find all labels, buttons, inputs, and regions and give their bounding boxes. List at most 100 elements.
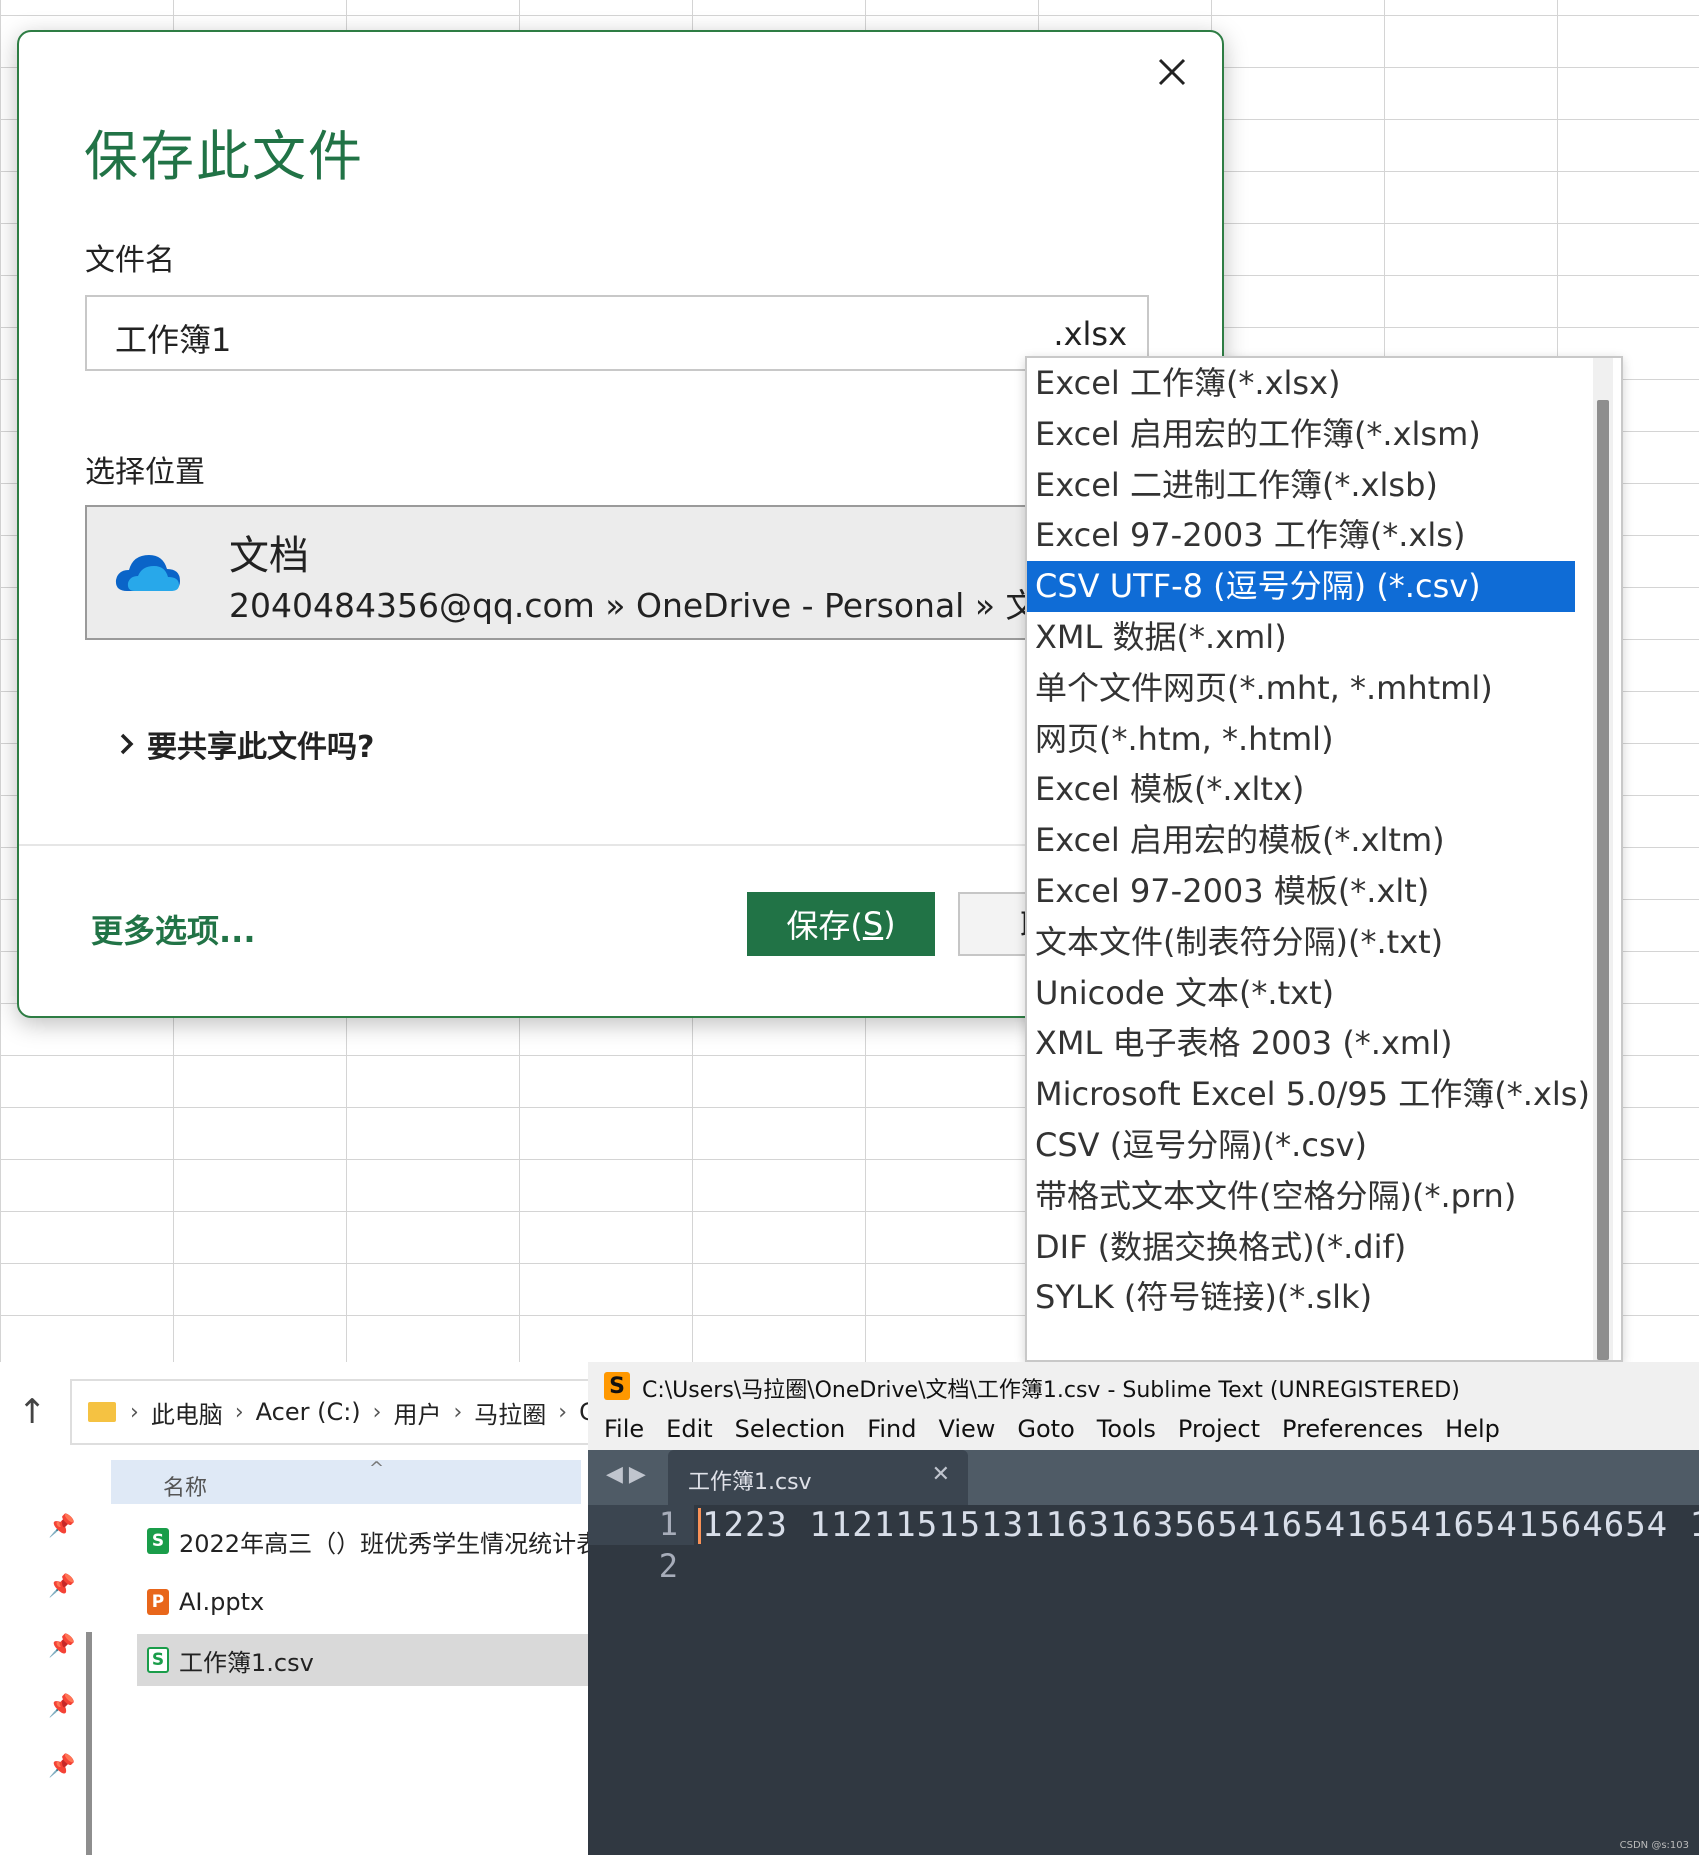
chevron-right-icon: › bbox=[130, 1399, 139, 1425]
file-type-option[interactable]: Excel 97-2003 工作簿(*.xls) bbox=[1027, 510, 1575, 561]
menu-selection[interactable]: Selection bbox=[735, 1415, 846, 1443]
code-line[interactable]: 1223 11211515131163163565416541654165415… bbox=[702, 1505, 1699, 1545]
file-name: 2022年高三（）班优秀学生情况统计表.... bbox=[179, 1529, 610, 1558]
file-type-option[interactable]: Microsoft Excel 5.0/95 工作簿(*.xls) bbox=[1027, 1069, 1590, 1120]
line-number: 2 bbox=[658, 1547, 678, 1585]
location-path: 2040484356@qq.com » OneDrive - Personal … bbox=[229, 586, 1072, 625]
menu-help[interactable]: Help bbox=[1445, 1415, 1500, 1443]
breadcrumb-item[interactable]: 此电脑 bbox=[151, 1395, 223, 1430]
chevron-right-icon: › bbox=[558, 1399, 568, 1425]
tab-label: 工作簿1.csv bbox=[688, 1470, 812, 1495]
breadcrumb-item[interactable]: 用户 bbox=[393, 1395, 441, 1430]
line-number: 1 bbox=[658, 1505, 678, 1543]
pin-icon: 📌 bbox=[48, 1574, 76, 1599]
menu-bar: File Edit Selection Find View Goto Tools… bbox=[588, 1407, 1699, 1450]
file-type-list: Excel 工作簿(*.xlsx) Excel 启用宏的工作簿(*.xlsm) Ex… bbox=[1027, 358, 1621, 1323]
address-bar[interactable]: › 此电脑 › Acer (C:) › 用户 › 马拉圈 › C bbox=[70, 1379, 630, 1445]
chevron-right-icon bbox=[120, 733, 134, 755]
close-icon[interactable]: ✕ bbox=[932, 1462, 950, 1487]
menu-project[interactable]: Project bbox=[1178, 1415, 1260, 1443]
pin-icon: 📌 bbox=[48, 1634, 76, 1659]
file-type-option[interactable]: XML 数据(*.xml) bbox=[1027, 612, 1575, 663]
filename-value[interactable]: 工作簿1 bbox=[115, 315, 231, 361]
file-type-option[interactable]: 文本文件(制表符分隔)(*.txt) bbox=[1027, 917, 1575, 968]
close-icon bbox=[1158, 58, 1186, 86]
pptx-icon: P bbox=[147, 1589, 169, 1615]
file-type-dropdown[interactable]: Excel 工作簿(*.xlsx) Excel 启用宏的工作簿(*.xlsm) Ex… bbox=[1025, 356, 1623, 1362]
watermark: CSDN @s:103 bbox=[1619, 1840, 1689, 1851]
menu-find[interactable]: Find bbox=[867, 1415, 916, 1443]
more-options-link[interactable]: 更多选项... bbox=[91, 906, 255, 952]
scrollbar-thumb[interactable] bbox=[1597, 400, 1609, 1360]
filename-label: 文件名 bbox=[85, 243, 175, 278]
save-label-end: ) bbox=[883, 905, 896, 943]
csv-icon: S bbox=[147, 1528, 169, 1554]
file-type-option-selected[interactable]: CSV UTF-8 (逗号分隔) (*.csv) bbox=[1027, 561, 1575, 612]
up-arrow-icon[interactable]: ↑ bbox=[18, 1392, 47, 1432]
pin-icon: 📌 bbox=[48, 1694, 76, 1719]
file-name: 工作簿1.csv bbox=[179, 1648, 314, 1677]
file-explorer: ↑ › 此电脑 › Acer (C:) › 用户 › 马拉圈 › C 名称 ^ … bbox=[0, 1362, 630, 1855]
breadcrumb-item[interactable]: 马拉圈 bbox=[474, 1395, 546, 1430]
file-type-selector[interactable]: .xlsx bbox=[1053, 315, 1127, 353]
file-row[interactable]: S 2022年高三（）班优秀学生情况统计表.... bbox=[147, 1515, 610, 1567]
file-type-option[interactable]: Excel 二进制工作簿(*.xlsb) bbox=[1027, 460, 1575, 511]
pin-icon: 📌 bbox=[48, 1754, 76, 1779]
sublime-text-window: S C:\Users\马拉圈\OneDrive\文档\工作簿1.csv - Su… bbox=[588, 1362, 1699, 1855]
file-type-option[interactable]: CSV (逗号分隔)(*.csv) bbox=[1027, 1120, 1575, 1171]
close-button[interactable] bbox=[1144, 44, 1200, 100]
share-toggle[interactable]: 要共享此文件吗? bbox=[107, 722, 374, 766]
location-label: 选择位置 bbox=[85, 455, 205, 490]
chevron-right-icon: › bbox=[372, 1399, 382, 1425]
line-gutter: 1 2 bbox=[588, 1505, 694, 1855]
location-picker[interactable]: 文档 2040484356@qq.com » OneDrive - Person… bbox=[85, 505, 1072, 640]
csv-icon: S bbox=[147, 1647, 169, 1673]
onedrive-cloud-icon bbox=[115, 555, 180, 591]
file-type-option[interactable]: XML 电子表格 2003 (*.xml) bbox=[1027, 1018, 1575, 1069]
scrollbar-thumb[interactable] bbox=[86, 1632, 92, 1855]
menu-goto[interactable]: Goto bbox=[1017, 1415, 1074, 1443]
tab-bar: ◀▶ 工作簿1.csv ✕ bbox=[588, 1450, 1699, 1505]
file-name: AI.pptx bbox=[179, 1588, 265, 1616]
file-type-option[interactable]: Unicode 文本(*.txt) bbox=[1027, 968, 1575, 1019]
filename-field[interactable]: 工作簿1 .xlsx bbox=[85, 295, 1149, 371]
sort-caret-icon: ^ bbox=[369, 1458, 385, 1479]
breadcrumb-item[interactable]: Acer (C:) bbox=[256, 1398, 361, 1426]
chevron-right-icon: › bbox=[453, 1399, 463, 1425]
menu-preferences[interactable]: Preferences bbox=[1282, 1415, 1423, 1443]
chevron-right-icon: › bbox=[234, 1399, 244, 1425]
file-row-selected[interactable]: S 工作簿1.csv bbox=[137, 1634, 610, 1686]
window-title: C:\Users\马拉圈\OneDrive\文档\工作簿1.csv - Subl… bbox=[642, 1378, 1460, 1403]
tab-nav-arrows-icon[interactable]: ◀▶ bbox=[606, 1462, 652, 1487]
file-type-option[interactable]: SYLK (符号链接)(*.slk) bbox=[1027, 1272, 1575, 1323]
save-label: 保存( bbox=[786, 907, 863, 945]
sublime-logo-icon: S bbox=[604, 1372, 630, 1400]
save-accelerator: S bbox=[862, 905, 884, 943]
file-type-option[interactable]: 网页(*.htm, *.html) bbox=[1027, 714, 1575, 765]
menu-view[interactable]: View bbox=[938, 1415, 995, 1443]
column-name-label: 名称 bbox=[163, 1476, 208, 1501]
menu-tools[interactable]: Tools bbox=[1097, 1415, 1156, 1443]
menu-edit[interactable]: Edit bbox=[666, 1415, 712, 1443]
file-type-option[interactable]: Excel 启用宏的模板(*.xltm) bbox=[1027, 815, 1575, 866]
file-type-option[interactable]: DIF (数据交换格式)(*.dif) bbox=[1027, 1222, 1575, 1273]
file-type-option[interactable]: Excel 97-2003 模板(*.xlt) bbox=[1027, 866, 1575, 917]
menu-file[interactable]: File bbox=[604, 1415, 644, 1443]
file-type-option[interactable]: 单个文件网页(*.mht, *.mhtml) bbox=[1027, 663, 1575, 714]
file-type-option[interactable]: 带格式文本文件(空格分隔)(*.prn) bbox=[1027, 1171, 1575, 1222]
file-type-option[interactable]: Excel 工作簿(*.xlsx) bbox=[1027, 358, 1575, 409]
save-button[interactable]: 保存(S) bbox=[747, 892, 935, 956]
current-line-highlight bbox=[588, 1505, 694, 1545]
window-titlebar: S C:\Users\马拉圈\OneDrive\文档\工作簿1.csv - Su… bbox=[588, 1362, 1699, 1407]
file-type-option[interactable]: Excel 启用宏的工作簿(*.xlsm) bbox=[1027, 409, 1575, 460]
dialog-title: 保存此文件 bbox=[84, 125, 364, 188]
folder-icon bbox=[88, 1402, 116, 1422]
tab-file[interactable]: 工作簿1.csv ✕ bbox=[668, 1450, 968, 1505]
location-name: 文档 bbox=[229, 533, 309, 579]
file-type-option[interactable]: Excel 模板(*.xltx) bbox=[1027, 764, 1575, 815]
pin-icon: 📌 bbox=[48, 1514, 76, 1539]
text-cursor bbox=[698, 1508, 701, 1544]
column-header-name[interactable]: 名称 ^ bbox=[111, 1458, 581, 1504]
file-row[interactable]: P AI.pptx bbox=[147, 1576, 610, 1628]
share-label: 要共享此文件吗? bbox=[147, 730, 375, 765]
